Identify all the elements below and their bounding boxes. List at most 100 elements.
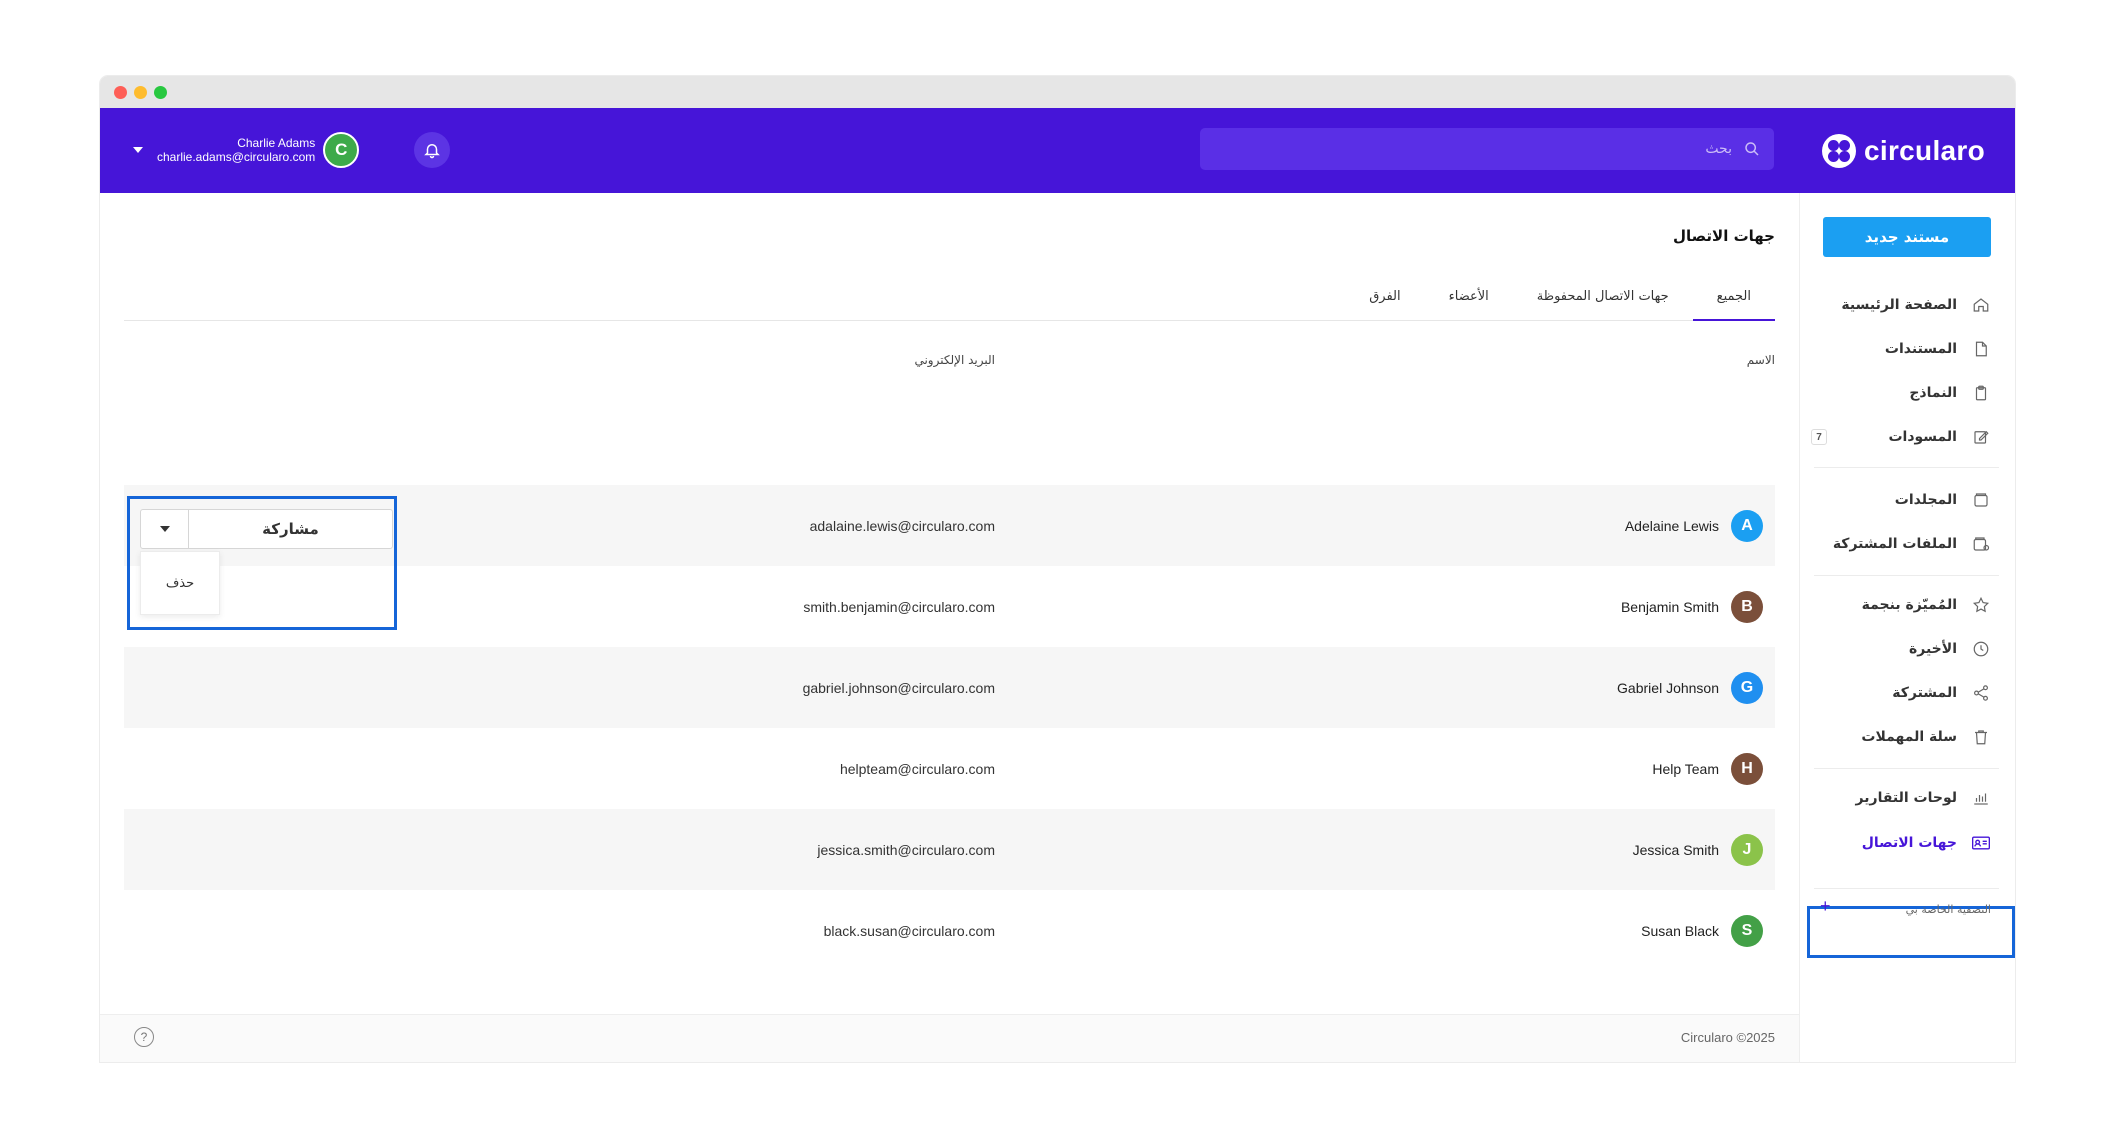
search-icon	[1745, 142, 1759, 156]
sidebar-item-recent[interactable]: الأخيرة	[1799, 627, 2015, 671]
contact-avatar: G	[1731, 671, 1763, 704]
chevron-down-icon[interactable]	[133, 147, 143, 153]
clipboard-icon	[1971, 383, 1991, 403]
delete-menu-item[interactable]: حذف	[166, 576, 194, 591]
sidebar-divider	[1814, 467, 1999, 468]
contact-email: black.susan@circularo.com	[823, 922, 995, 939]
notifications-button[interactable]	[414, 132, 450, 168]
share-dropdown-toggle[interactable]	[141, 510, 189, 548]
contact-avatar: S	[1731, 914, 1763, 947]
user-info: Charlie Adams charlie.adams@circularo.co…	[157, 136, 315, 164]
help-icon[interactable]: ?	[134, 1027, 154, 1047]
sidebar-item-label: المشتركة	[1892, 685, 1957, 701]
bell-icon	[424, 144, 440, 159]
tab-saved-contacts[interactable]: جهات الاتصال المحفوظة	[1513, 285, 1693, 321]
footer: ? Circularo ©2025	[100, 1014, 1799, 1062]
share-dropdown-highlight: مشاركة حذف	[127, 496, 397, 630]
user-email: charlie.adams@circularo.com	[157, 150, 316, 164]
sidebar-item-label: لوحات التقارير	[1855, 790, 1957, 806]
tab-members[interactable]: الأعضاء	[1425, 285, 1513, 321]
home-icon	[1971, 295, 1991, 315]
contact-email: jessica.smith@circularo.com	[817, 841, 995, 858]
column-header-name[interactable]: الاسم	[1747, 353, 1775, 367]
star-icon	[1971, 595, 1991, 615]
contacts-tabs: الجميع جهات الاتصال المحفوظة الأعضاء الف…	[124, 285, 1775, 321]
clock-icon	[1971, 639, 1991, 659]
contact-name-cell: B Benjamin Smith	[1621, 590, 1763, 623]
new-document-button[interactable]: مستند جديد	[1823, 217, 1991, 257]
table-row[interactable]: H Help Team helpteam@circularo.com	[124, 728, 1775, 809]
sidebar-item-starred[interactable]: المُميّزة بنجمة	[1799, 583, 2015, 627]
contact-name-cell: G Gabriel Johnson	[1617, 671, 1763, 704]
contact-email: helpteam@circularo.com	[839, 760, 995, 777]
minimize-window-button[interactable]	[134, 86, 147, 99]
contact-name: Help Team	[1652, 760, 1719, 777]
contact-name: Susan Black	[1641, 922, 1719, 939]
app-header: Charlie Adams charlie.adams@circularo.co…	[100, 108, 2015, 193]
search-box[interactable]	[1200, 128, 1774, 170]
chevron-down-icon	[159, 526, 170, 532]
sidebar-divider	[1814, 575, 1999, 576]
circularo-logo[interactable]: circularo	[1822, 132, 1985, 170]
share-button[interactable]: مشاركة	[140, 509, 393, 549]
user-avatar[interactable]: C	[323, 132, 360, 168]
table-row[interactable]: S Susan Black black.susan@circularo.com	[124, 890, 1775, 971]
contact-card-icon	[1971, 833, 1991, 853]
trash-icon	[1971, 727, 1991, 747]
drafts-count-badge: 7	[1811, 429, 1827, 445]
share-menu: حذف	[140, 551, 220, 615]
sidebar-item-trash[interactable]: سلة المهملات	[1799, 715, 2015, 759]
sidebar-item-label: المجلدات	[1894, 492, 1957, 508]
sidebar-item-dashboards[interactable]: لوحات التقارير	[1799, 776, 2015, 820]
sidebar-item-templates[interactable]: النماذج	[1799, 371, 2015, 415]
tab-all[interactable]: الجميع	[1692, 285, 1775, 321]
table-row[interactable]: J Jessica Smith jessica.smith@circularo.…	[124, 809, 1775, 890]
column-header-email[interactable]: البريد الإلكتروني	[914, 353, 995, 367]
edit-icon	[1971, 427, 1991, 447]
contact-avatar: A	[1731, 509, 1763, 542]
folder-icon	[1971, 490, 1991, 510]
contact-email: smith.benjamin@circularo.com	[803, 598, 995, 615]
document-icon	[1971, 339, 1991, 359]
sidebar-divider	[1814, 888, 1999, 889]
contact-name: Gabriel Johnson	[1617, 679, 1719, 696]
table-row[interactable]: G Gabriel Johnson gabriel.johnson@circul…	[124, 647, 1775, 728]
contact-name: Adelaine Lewis	[1624, 517, 1719, 534]
maximize-window-button[interactable]	[154, 86, 167, 99]
window-titlebar	[100, 76, 2015, 108]
user-name: Charlie Adams	[237, 136, 316, 150]
search-input[interactable]	[1232, 141, 1732, 157]
sidebar-item-shared[interactable]: المشتركة	[1799, 671, 2015, 715]
custom-filter-label: التصفية الخاصة بي	[1905, 903, 1991, 916]
sidebar-item-label: سلة المهملات	[1861, 729, 1957, 745]
chart-icon	[1971, 788, 1991, 808]
sidebar: مستند جديد الصفحة الرئيسية المستندات الن…	[1799, 193, 2015, 1062]
sidebar-item-label: النماذج	[1909, 385, 1957, 401]
copyright-text: Circularo ©2025	[1680, 1030, 1775, 1045]
sidebar-item-shared-files[interactable]: الملفات المشتركة	[1799, 522, 2015, 566]
sidebar-item-home[interactable]: الصفحة الرئيسية	[1799, 283, 2015, 327]
contact-name-cell: H Help Team	[1652, 752, 1763, 785]
sidebar-item-label: المسودات	[1888, 429, 1957, 445]
sidebar-divider	[1814, 768, 1999, 769]
sidebar-item-folders[interactable]: المجلدات	[1799, 478, 2015, 522]
tab-teams[interactable]: الفرق	[1345, 285, 1424, 321]
contact-avatar: B	[1731, 590, 1763, 623]
sidebar-item-drafts[interactable]: المسودات 7	[1799, 415, 2015, 459]
close-window-button[interactable]	[114, 86, 127, 99]
sidebar-item-contacts[interactable]: جهات الاتصال	[1799, 821, 2015, 865]
contact-name-cell: A Adelaine Lewis	[1624, 509, 1763, 542]
share-button-label[interactable]: مشاركة	[189, 510, 392, 548]
sidebar-item-label: الصفحة الرئيسية	[1841, 297, 1957, 313]
add-filter-button[interactable]: +	[1820, 896, 1831, 917]
logo-text: circularo	[1864, 135, 1985, 166]
contact-name-cell: S Susan Black	[1641, 914, 1763, 947]
contact-name: Jessica Smith	[1632, 841, 1719, 858]
logo-mark-icon	[1822, 134, 1857, 168]
contact-name-cell: J Jessica Smith	[1632, 833, 1763, 866]
contact-avatar: H	[1731, 752, 1763, 785]
sidebar-item-documents[interactable]: المستندات	[1799, 327, 2015, 371]
contact-avatar: J	[1731, 833, 1763, 866]
share-icon	[1971, 683, 1991, 703]
user-menu[interactable]: Charlie Adams charlie.adams@circularo.co…	[133, 132, 360, 168]
